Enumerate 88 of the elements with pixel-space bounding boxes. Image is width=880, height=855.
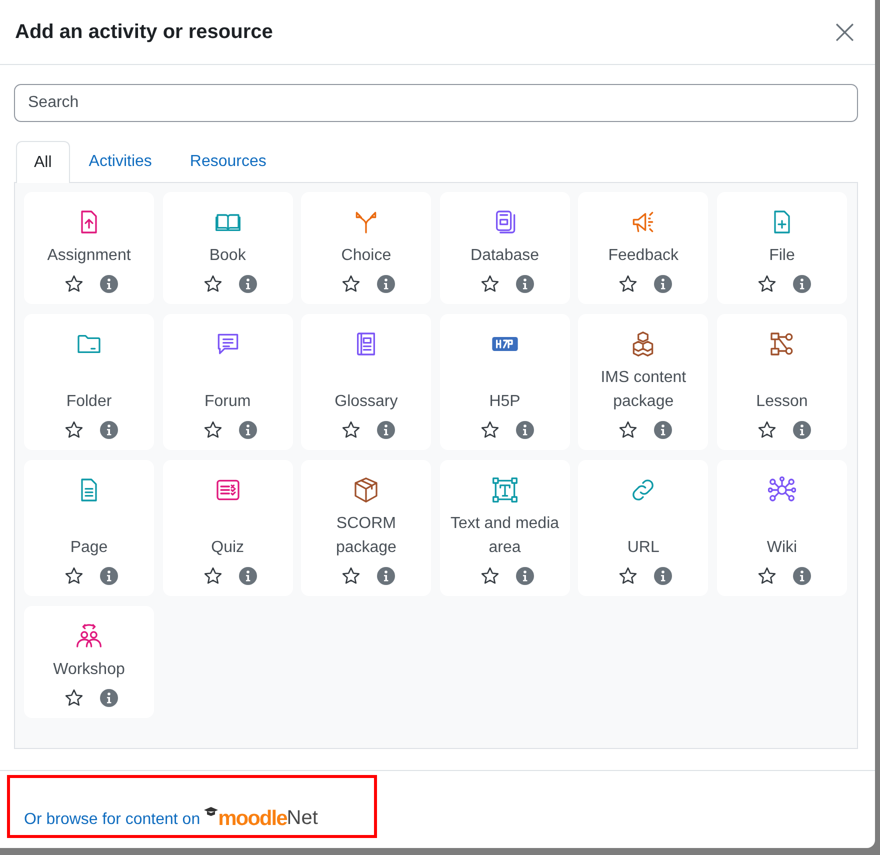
info-icon[interactable] [516, 421, 534, 439]
activity-card[interactable]: Lesson [716, 314, 847, 450]
activity-card[interactable]: Quiz [162, 460, 293, 596]
info-icon[interactable] [238, 567, 257, 585]
activity-name: Choice [341, 246, 392, 266]
star-icon[interactable] [341, 274, 362, 294]
tab[interactable]: Resources [170, 141, 286, 182]
activity-name: Quiz [211, 538, 244, 558]
activity-card[interactable]: Database [440, 192, 570, 304]
star-icon[interactable] [756, 566, 777, 586]
star-icon[interactable] [64, 688, 84, 708]
activity-name: Assignment [47, 246, 131, 266]
star-icon[interactable] [202, 566, 223, 586]
activity-name: IMS content package [600, 368, 688, 412]
info-icon[interactable] [100, 567, 118, 585]
activity-name: Lesson [756, 392, 808, 412]
star-icon[interactable] [618, 274, 638, 294]
info-icon[interactable] [792, 275, 811, 293]
activity-name: H5P [489, 392, 520, 412]
activity-name: Book [209, 246, 246, 266]
activity-card[interactable]: Assignment [24, 192, 154, 304]
activity-icon [490, 476, 519, 504]
star-icon[interactable] [64, 420, 84, 440]
star-icon[interactable] [341, 566, 362, 586]
info-icon[interactable] [654, 421, 672, 439]
star-icon[interactable] [756, 420, 777, 440]
activity-icon [75, 622, 103, 650]
activity-name: Feedback [608, 246, 678, 266]
activity-card[interactable]: IMS content package [578, 314, 708, 450]
search-field[interactable]: Search [14, 84, 858, 122]
activity-card[interactable]: Text and media area [440, 460, 570, 596]
info-icon[interactable] [792, 421, 811, 439]
star-icon[interactable] [480, 566, 500, 586]
activity-name: URL [627, 538, 660, 558]
activity-name: Glossary [334, 392, 398, 412]
star-icon[interactable] [618, 420, 638, 440]
activity-name: Database [470, 246, 540, 266]
moodlenet-logo[interactable]: moodleNet [204, 807, 318, 835]
activity-icon [768, 476, 796, 504]
info-icon[interactable] [100, 421, 118, 439]
activity-card[interactable]: Workshop [24, 606, 154, 718]
tab[interactable]: All [16, 141, 70, 183]
info-icon[interactable] [100, 689, 118, 707]
star-icon[interactable] [756, 274, 777, 294]
info-icon[interactable] [516, 567, 534, 585]
activity-name: Forum [204, 392, 251, 412]
activity-card[interactable]: Choice [301, 192, 432, 304]
info-icon[interactable] [238, 275, 257, 293]
info-icon[interactable] [377, 567, 396, 585]
info-icon[interactable] [238, 421, 257, 439]
activity-card[interactable]: Book [162, 192, 293, 304]
activity-name: Folder [66, 392, 112, 412]
activity-card[interactable]: Glossary [301, 314, 432, 450]
moodlenet-link[interactable]: Or browse for content on [24, 811, 200, 835]
activity-card[interactable]: Folder [24, 314, 154, 450]
activity-card[interactable]: Wiki [716, 460, 847, 596]
info-icon[interactable] [654, 275, 672, 293]
activity-name: Wiki [766, 538, 798, 558]
info-icon[interactable] [100, 275, 118, 293]
activity-card[interactable]: Forum [162, 314, 293, 450]
dialog-title: Add an activity or resource [15, 20, 273, 44]
info-icon[interactable] [792, 567, 811, 585]
star-icon[interactable] [341, 420, 362, 440]
activity-card[interactable]: Page [24, 460, 154, 596]
star-icon[interactable] [202, 420, 223, 440]
info-icon[interactable] [516, 275, 534, 293]
star-icon[interactable] [480, 274, 500, 294]
activity-card[interactable]: H5P [440, 314, 570, 450]
star-icon[interactable] [618, 566, 638, 586]
info-icon[interactable] [654, 567, 672, 585]
star-icon[interactable] [202, 274, 223, 294]
activity-name: Page [70, 538, 108, 558]
star-icon[interactable] [480, 420, 500, 440]
activity-name: Text and media area [450, 514, 560, 558]
activity-card[interactable]: URL [578, 460, 708, 596]
tab[interactable]: Activities [70, 141, 171, 182]
star-icon[interactable] [64, 566, 84, 586]
activity-card[interactable]: Feedback [578, 192, 708, 304]
activity-name: File [769, 246, 795, 266]
info-icon[interactable] [377, 421, 396, 439]
star-icon[interactable] [64, 274, 84, 294]
activity-name: Workshop [53, 660, 125, 680]
activity-icon [352, 476, 380, 504]
close-button[interactable]: × [824, 15, 865, 49]
activity-name: SCORM package [334, 514, 398, 558]
activity-card[interactable]: File [716, 192, 847, 304]
activity-card[interactable]: SCORM package [301, 460, 432, 596]
info-icon[interactable] [377, 275, 396, 293]
